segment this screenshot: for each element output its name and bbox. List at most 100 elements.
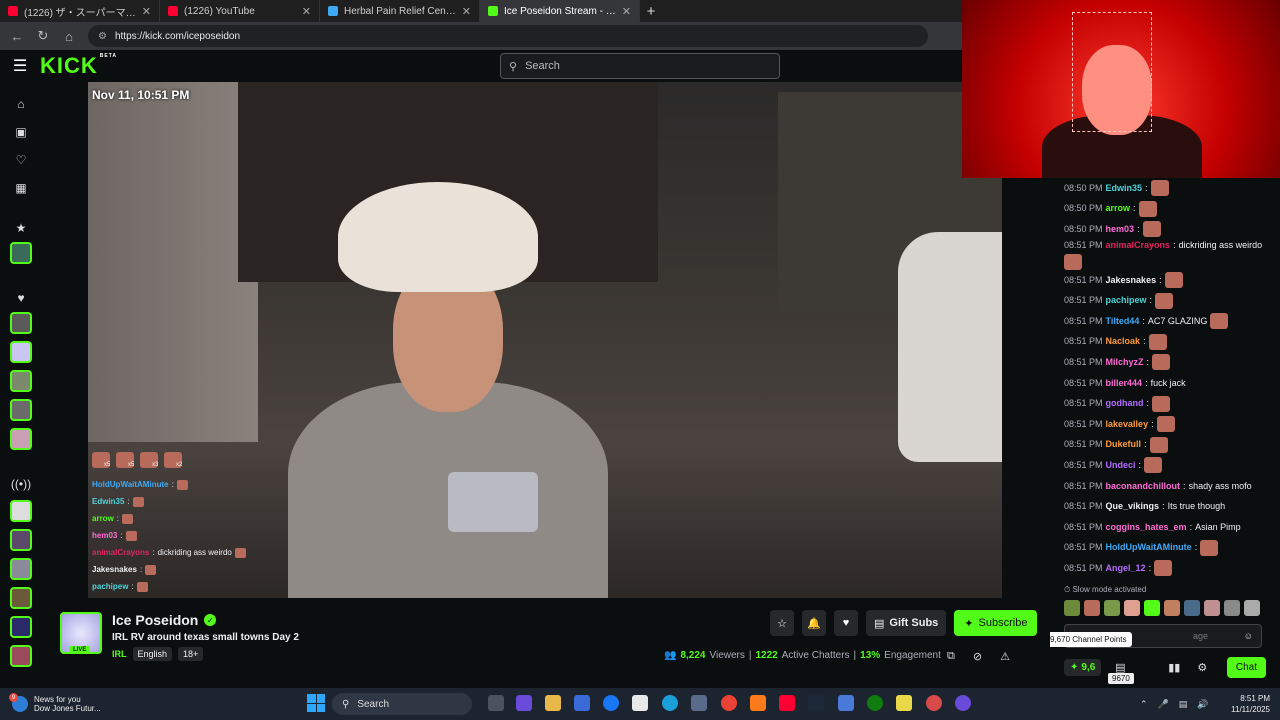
follow-heart-icon[interactable]: ♥ xyxy=(834,610,858,636)
channel-points-button[interactable]: ✦ 9,6 xyxy=(1064,658,1102,676)
star-icon[interactable]: ★ xyxy=(11,218,31,238)
browser-tab[interactable]: (1226) ザ・スーパーマリオギャラクシー・ムービー ✕ xyxy=(0,0,160,22)
share-icon[interactable]: ⧉ xyxy=(947,650,955,663)
notifications-icon[interactable]: 🔔 xyxy=(802,610,826,636)
emote[interactable] xyxy=(1184,600,1200,616)
edge-icon[interactable] xyxy=(662,695,678,711)
amazon-icon[interactable] xyxy=(632,695,648,711)
emote[interactable] xyxy=(1064,600,1080,616)
chat-username[interactable]: Nacloak xyxy=(1106,336,1141,347)
emote[interactable] xyxy=(1164,600,1180,616)
browser-tab[interactable]: Ice Poseidon Stream - Watch ✕ xyxy=(480,0,640,22)
microphone-icon[interactable]: 🎤 xyxy=(1158,699,1169,710)
following-icon[interactable]: ♡ xyxy=(11,150,31,170)
start-icon[interactable] xyxy=(307,694,325,712)
tag-mature[interactable]: 18+ xyxy=(178,647,204,661)
chat-username[interactable]: pachipew xyxy=(1106,295,1147,306)
back-icon[interactable]: ← xyxy=(10,29,24,44)
hide-icon[interactable]: ⊘ xyxy=(973,650,982,663)
browse-icon[interactable]: ▣ xyxy=(11,122,31,142)
emote[interactable] xyxy=(1144,600,1160,616)
subscribe-button[interactable]: ✦ Subscribe xyxy=(954,610,1038,636)
live-signal-icon[interactable]: ((•)) xyxy=(11,474,31,494)
home-nav-icon[interactable]: ⌂ xyxy=(11,94,31,114)
categories-icon[interactable]: ▦ xyxy=(11,178,31,198)
copilot-icon[interactable] xyxy=(516,695,532,711)
category-link[interactable]: IRL xyxy=(112,649,127,659)
chat-username[interactable]: baconandchillout xyxy=(1106,481,1181,492)
chat-username[interactable]: lakevalley xyxy=(1106,419,1149,430)
chat-username[interactable]: hem03 xyxy=(1106,224,1135,235)
browser-tab[interactable]: Herbal Pain Relief Center Menu, P ✕ xyxy=(320,0,480,22)
close-tab-icon[interactable]: ✕ xyxy=(622,5,631,18)
store-icon[interactable] xyxy=(574,695,590,711)
settings-icon[interactable]: ⚙ xyxy=(1193,661,1211,674)
network-icon[interactable]: ▤ xyxy=(1179,699,1188,710)
news-widget[interactable]: 9 News for you Dow Jones Futur... xyxy=(0,693,300,713)
notes-icon[interactable] xyxy=(896,695,912,711)
close-tab-icon[interactable]: ✕ xyxy=(142,5,151,18)
sidebar-channel-avatar[interactable] xyxy=(10,500,32,522)
emote[interactable] xyxy=(1124,600,1140,616)
steam-icon[interactable] xyxy=(808,695,824,711)
sidebar-channel-avatar[interactable] xyxy=(10,558,32,580)
home-icon[interactable]: ⌂ xyxy=(62,29,76,44)
send-chat-button[interactable]: Chat xyxy=(1226,656,1266,678)
gift-subs-button[interactable]: ▤ Gift Subs xyxy=(866,610,947,636)
emote[interactable] xyxy=(1084,600,1100,616)
chat-username[interactable]: Que_vikings xyxy=(1106,501,1160,512)
sidebar-channel-avatar[interactable] xyxy=(10,529,32,551)
emote[interactable] xyxy=(1104,600,1120,616)
chat-username[interactable]: animalCrayons xyxy=(1106,240,1171,251)
heart-icon[interactable]: ♥ xyxy=(11,288,31,308)
emote[interactable] xyxy=(1224,600,1240,616)
sidebar-channel-avatar[interactable] xyxy=(10,428,32,450)
calculator-icon[interactable] xyxy=(691,695,707,711)
chat-username[interactable]: Undeci xyxy=(1106,460,1136,471)
channel-name[interactable]: Ice Poseidon ✓ xyxy=(112,612,217,628)
emote[interactable] xyxy=(1244,600,1260,616)
obs-icon[interactable] xyxy=(955,695,971,711)
pause-chat-icon[interactable]: ▮▮ xyxy=(1165,661,1183,674)
task-view-icon[interactable] xyxy=(488,695,504,711)
new-tab-button[interactable]: + xyxy=(640,3,662,20)
favorite-star-icon[interactable]: ☆ xyxy=(770,610,794,636)
facebook-icon[interactable] xyxy=(603,695,619,711)
menu-icon[interactable]: ☰ xyxy=(0,56,40,76)
chat-username[interactable]: MilchyzZ xyxy=(1106,357,1144,368)
gift-icon[interactable]: ▤ xyxy=(1111,661,1129,674)
clock[interactable]: 8:51 PM 11/11/2025 xyxy=(1218,693,1270,715)
close-tab-icon[interactable]: ✕ xyxy=(302,5,311,18)
chevron-up-icon[interactable]: ⌃ xyxy=(1140,699,1148,710)
chat-username[interactable]: Jakesnakes xyxy=(1106,275,1157,286)
chrome-icon[interactable] xyxy=(721,695,737,711)
file-explorer-icon[interactable] xyxy=(545,695,561,711)
sidebar-channel-avatar[interactable] xyxy=(10,616,32,638)
chat-username[interactable]: coggins_hates_em xyxy=(1106,522,1187,533)
sidebar-channel-avatar[interactable] xyxy=(10,399,32,421)
sidebar-channel-avatar[interactable] xyxy=(10,242,32,264)
site-info-icon[interactable]: ⚙ xyxy=(98,31,107,42)
xbox-icon[interactable] xyxy=(867,695,883,711)
chat-username[interactable]: HoldUpWaitAMinute xyxy=(1106,542,1192,553)
sidebar-channel-avatar[interactable] xyxy=(10,587,32,609)
search-input[interactable]: ⚲ Search xyxy=(500,53,780,79)
reload-icon[interactable]: ↻ xyxy=(36,28,50,44)
app-icon[interactable] xyxy=(750,695,766,711)
sidebar-channel-avatar[interactable] xyxy=(10,370,32,392)
app-icon[interactable] xyxy=(926,695,942,711)
chat-username[interactable]: Edwin35 xyxy=(1106,183,1143,194)
youtube-icon[interactable] xyxy=(779,695,795,711)
tag-language[interactable]: English xyxy=(132,647,173,661)
close-tab-icon[interactable]: ✕ xyxy=(462,5,471,18)
sidebar-channel-avatar[interactable] xyxy=(10,341,32,363)
chat-username[interactable]: Angel_12 xyxy=(1106,563,1146,574)
emoji-icon[interactable]: ☺ xyxy=(1244,631,1253,641)
chat-username[interactable]: Tilted44 xyxy=(1106,316,1140,327)
volume-icon[interactable]: 🔊 xyxy=(1197,699,1208,710)
video-player[interactable]: Nov 11, 10:51 PM x5 x5 x3 x2 HoldUpWaitAMin… xyxy=(88,82,1002,598)
sidebar-channel-avatar[interactable] xyxy=(10,312,32,334)
chat-username[interactable]: godhand xyxy=(1106,398,1144,409)
taskbar-search[interactable]: ⚲ Search xyxy=(332,693,472,715)
chat-username[interactable]: Dukefull xyxy=(1106,439,1142,450)
